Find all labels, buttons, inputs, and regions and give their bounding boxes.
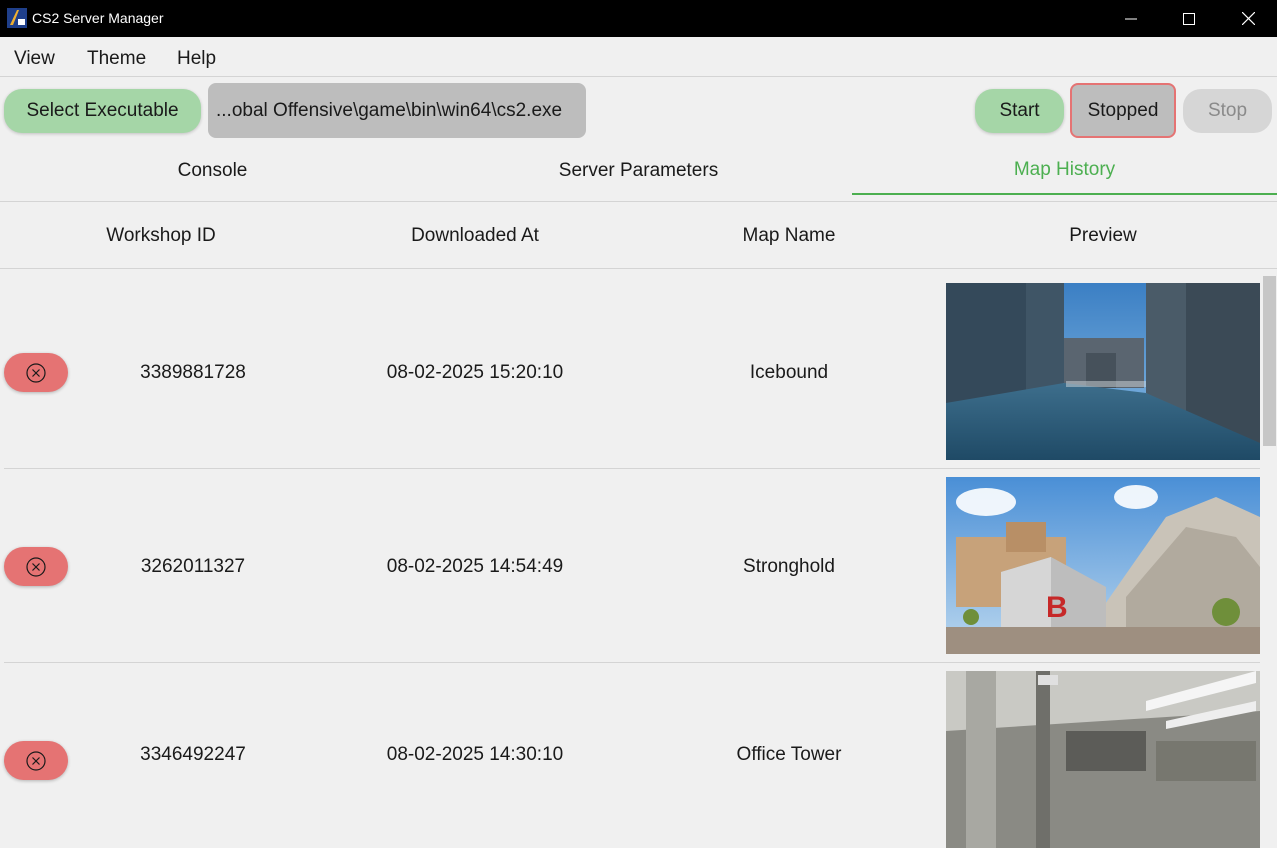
- map-preview-image: [946, 671, 1260, 848]
- executable-path-field[interactable]: ...obal Offensive\game\bin\win64\cs2.exe: [208, 83, 586, 138]
- table-row: 3262011327 08-02-2025 14:54:49 Stronghol…: [4, 469, 1260, 663]
- workshop-id-cell: 3262011327: [140, 556, 246, 577]
- workshop-id-cell: 3346492247: [140, 744, 246, 765]
- delete-row-button[interactable]: [4, 547, 68, 586]
- minimize-icon: [1125, 18, 1137, 19]
- close-circle-icon: [26, 556, 46, 577]
- table-row: 3346492247 08-02-2025 14:30:10 Office To…: [4, 663, 1260, 848]
- status-badge: Stopped: [1070, 83, 1176, 138]
- maximize-icon: [1183, 12, 1195, 25]
- menu-view[interactable]: View: [14, 48, 55, 70]
- svg-text:B: B: [1046, 591, 1068, 624]
- close-circle-icon: [26, 362, 46, 383]
- map-preview-image: [946, 283, 1260, 460]
- menu-theme[interactable]: Theme: [87, 48, 146, 70]
- start-button[interactable]: Start: [975, 89, 1064, 133]
- app-icon: [7, 8, 27, 28]
- minimize-button[interactable]: [1102, 0, 1160, 37]
- delete-row-button[interactable]: [4, 741, 68, 780]
- tab-server-parameters[interactable]: Server Parameters: [426, 146, 851, 195]
- map-preview-image: B: [946, 477, 1260, 654]
- scrollbar-thumb[interactable]: [1263, 276, 1276, 446]
- header-downloaded-at: Downloaded At: [411, 224, 539, 246]
- menu-bar: View Theme Help: [0, 37, 1277, 77]
- vertical-scrollbar[interactable]: [1262, 270, 1277, 758]
- tab-bar: Console Server Parameters Map History: [0, 146, 1277, 202]
- menu-help[interactable]: Help: [177, 48, 216, 70]
- tab-map-history[interactable]: Map History: [852, 146, 1277, 195]
- header-preview: Preview: [1069, 224, 1137, 246]
- close-button[interactable]: [1219, 0, 1277, 37]
- map-name-cell: Stronghold: [743, 556, 835, 577]
- select-executable-button[interactable]: Select Executable: [4, 89, 201, 133]
- delete-row-button[interactable]: [4, 353, 68, 392]
- close-circle-icon: [26, 750, 46, 771]
- header-workshop-id: Workshop ID: [106, 224, 216, 246]
- workshop-id-cell: 3389881728: [140, 362, 246, 383]
- close-icon: [1241, 12, 1255, 25]
- downloaded-at-cell: 08-02-2025 14:54:49: [386, 556, 564, 577]
- title-bar: CS2 Server Manager: [0, 0, 1277, 37]
- table-header: Workshop ID Downloaded At Map Name Previ…: [0, 202, 1277, 269]
- downloaded-at-cell: 08-02-2025 15:20:10: [386, 362, 564, 383]
- downloaded-at-cell: 08-02-2025 14:30:10: [386, 744, 564, 765]
- map-name-cell: Icebound: [749, 362, 829, 383]
- header-map-name: Map Name: [742, 224, 836, 246]
- window-title: CS2 Server Manager: [32, 10, 164, 26]
- map-name-cell: Office Tower: [736, 744, 842, 765]
- stop-button[interactable]: Stop: [1183, 89, 1272, 133]
- tab-console[interactable]: Console: [0, 146, 425, 195]
- maximize-button[interactable]: [1160, 0, 1218, 37]
- table-row: 3389881728 08-02-2025 15:20:10 Icebound: [4, 275, 1260, 469]
